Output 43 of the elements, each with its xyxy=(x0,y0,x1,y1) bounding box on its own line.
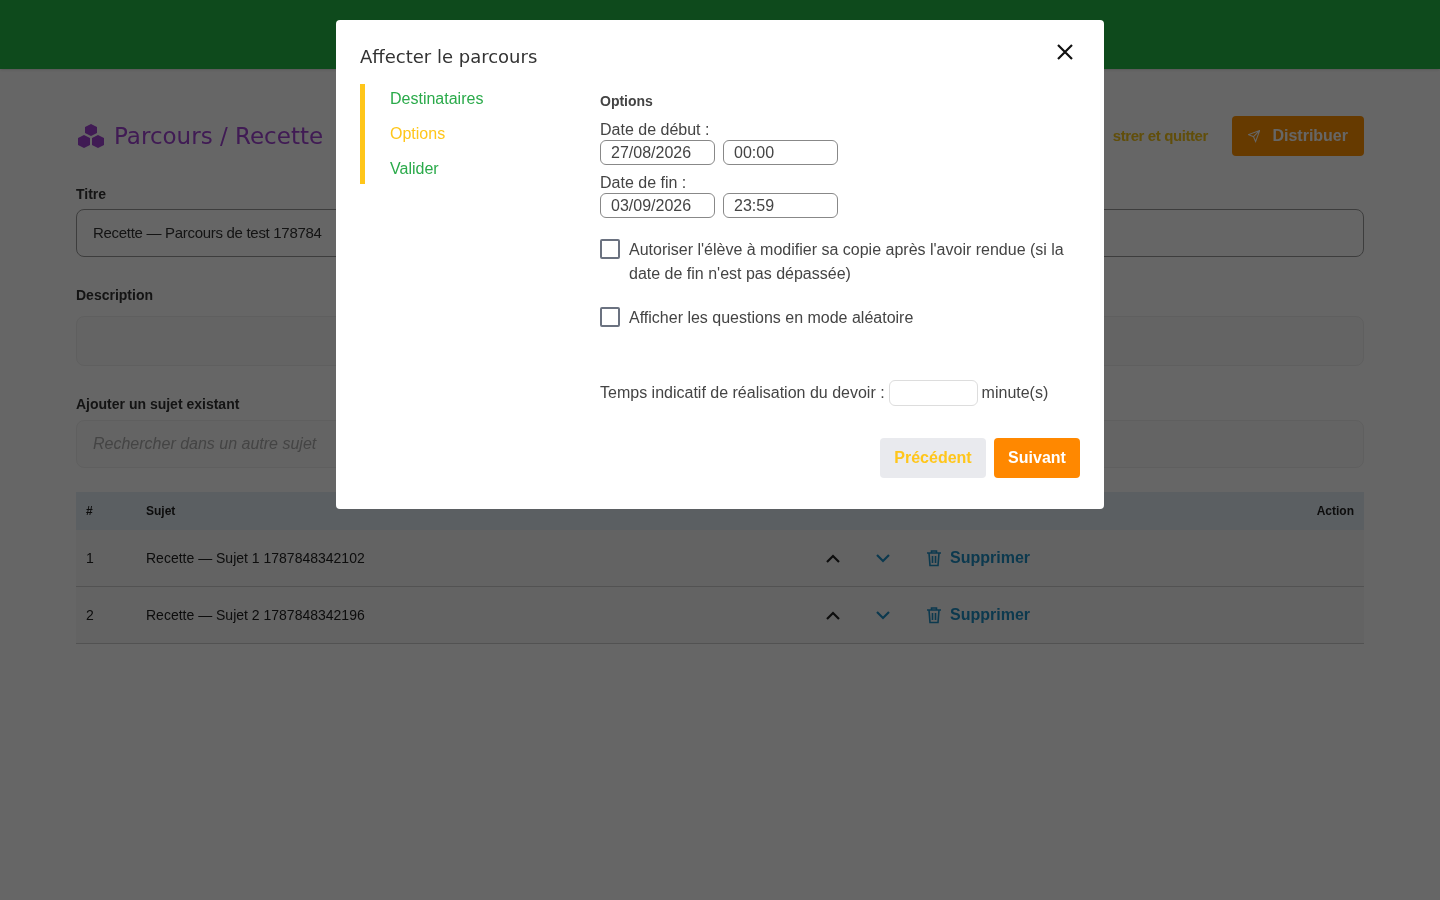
next-button[interactable]: Suivant xyxy=(994,438,1080,478)
page-title: Parcours / Recette xyxy=(114,121,324,151)
checkbox-label: Autoriser l'élève à modifier sa copie après l'avoir rendue (si la date de fin n'est pas dépassée) xyxy=(629,240,1065,284)
trash-icon xyxy=(926,606,942,624)
duration-label: Temps indicatif de réalisation du devoir : xyxy=(600,383,885,403)
column-header: # xyxy=(85,503,94,520)
duration-unit: minute(s) xyxy=(981,383,1049,403)
checkbox-label: Afficher les questions en mode aléatoire xyxy=(629,308,914,328)
table-cell-text: 1 xyxy=(85,548,95,568)
field-label: Description xyxy=(76,286,154,305)
step-link[interactable]: Destinataires xyxy=(390,88,484,109)
date-field[interactable]: 03/09/2026 xyxy=(600,193,715,218)
column-header: Sujet xyxy=(146,503,177,520)
date-label: Date de début : xyxy=(600,122,711,138)
date-label: Date de fin : xyxy=(600,175,688,191)
cubes-icon xyxy=(76,123,106,149)
chevron-down-icon[interactable] xyxy=(876,553,890,563)
send-icon xyxy=(1248,127,1261,145)
trash-icon xyxy=(926,549,942,567)
time-field[interactable]: 00:00 xyxy=(723,140,838,165)
table-cell-text: Recette — Sujet 1 1787848342102 xyxy=(146,548,366,568)
table-cell-text: Recette — Sujet 2 1787848342196 xyxy=(146,605,366,625)
field-label: Ajouter un sujet existant xyxy=(76,395,241,414)
chevron-up-icon[interactable] xyxy=(826,610,840,620)
step-link[interactable]: Options xyxy=(390,123,484,144)
step-link[interactable]: Valider xyxy=(390,158,484,179)
duration-field[interactable] xyxy=(888,380,978,406)
distribute-button[interactable]: Distribuer xyxy=(1232,116,1364,156)
save-and-quit-link[interactable]: strer et quitter xyxy=(1112,124,1208,148)
close-icon[interactable] xyxy=(1057,44,1073,60)
checkbox[interactable] xyxy=(600,307,620,327)
column-header: Action xyxy=(1316,503,1355,520)
date-field[interactable]: 27/08/2026 xyxy=(600,140,715,165)
previous-button[interactable]: Précédent xyxy=(880,438,986,478)
delete-button[interactable]: Supprimer xyxy=(926,603,1030,627)
chevron-down-icon[interactable] xyxy=(876,610,890,620)
time-field[interactable]: 23:59 xyxy=(723,193,838,218)
chevron-up-icon[interactable] xyxy=(826,553,840,563)
modal-title: Affecter le parcours xyxy=(360,45,538,69)
table-cell-text: 2 xyxy=(85,605,95,625)
delete-button[interactable]: Supprimer xyxy=(926,546,1030,570)
checkbox[interactable] xyxy=(600,239,620,259)
section-title: Options xyxy=(600,92,654,111)
